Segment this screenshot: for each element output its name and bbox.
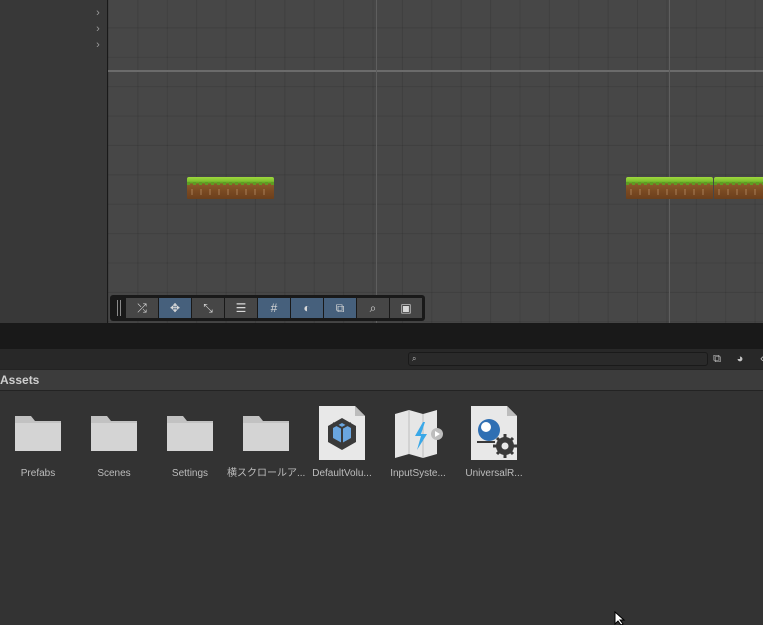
asset-item-settings[interactable]: Settings [151,404,229,484]
folder-icon [167,416,213,451]
render-pipeline-asset-icon [471,406,517,460]
asset-label: 横スクロールア... [227,468,305,479]
asset-item-universal-rp[interactable]: UniversalR... [455,404,533,484]
ground-tile-platform[interactable] [187,177,274,199]
open-in-window-icon[interactable]: ⧉ [709,351,725,367]
folder-icon [15,416,61,451]
search-icon: ⌕ [412,354,417,363]
camera-icon: ▣ [400,301,412,315]
camera-button[interactable]: ▣ [390,298,422,318]
rect-tool-icon: ⤡ [203,300,213,315]
layers-icon: ⧉ [335,300,345,315]
lighting-icon: ◐ [303,301,311,315]
zoom-icon: ⌕ [369,300,377,315]
move-tool-button[interactable]: ✥ [159,298,191,318]
grid-snap-icon: # [270,301,278,315]
breadcrumb-bar [0,369,763,391]
mouse-cursor-icon [614,611,626,625]
breadcrumb[interactable]: Assets [0,372,39,388]
shuffle-button[interactable]: ⤮ [126,298,158,318]
asset-item-input-system[interactable]: InputSyste... [379,404,457,484]
grid-major-line [669,0,670,323]
zoom-button[interactable]: ⌕ [357,298,389,318]
lighting-button[interactable]: ◐ [291,298,323,318]
asset-label: DefaultVolu... [312,468,372,479]
filter-by-type-icon[interactable]: ◕ [732,351,748,367]
scene-overlay-toolbar: ⤮ ✥ ⤡ ☰ # ◐ ⧉ ⌕ ▣ [110,295,425,321]
layers-button[interactable]: ⧉ [324,298,356,318]
asset-label: Prefabs [20,468,56,479]
asset-item-side-scroll[interactable]: 横スクロールア... [227,404,305,484]
expand-arrow-icon[interactable]: › [92,7,104,19]
asset-label: Scenes [97,468,131,479]
sliders-icon: ☰ [235,301,247,315]
volume-profile-icon [319,406,365,460]
folder-icon [243,416,289,451]
ground-tile-platform[interactable] [626,177,713,199]
shuffle-icon: ⤮ [137,300,147,315]
asset-item-scenes[interactable]: Scenes [75,404,153,484]
panel-separator [0,323,763,349]
rect-tool-button[interactable]: ⤡ [192,298,224,318]
toolbar-drag-handle[interactable] [114,300,124,316]
asset-item-prefabs[interactable]: Prefabs [0,404,77,484]
asset-label: Settings [171,468,209,479]
asset-label: InputSyste... [390,468,446,479]
expand-arrow-icon[interactable]: › [92,23,104,35]
folder-icon [91,416,137,451]
expand-arrow-icon[interactable]: › [92,39,104,51]
sliders-button[interactable]: ☰ [225,298,257,318]
unity-editor-window: › › › ⤮ ✥ ⤡ ☰ # ◐ ⧉ ⌕ ▣ ⌕ ⧉ ◕ ‹ Assets Prefabs [0,0,763,625]
ground-tile-platform[interactable] [714,177,763,199]
y-axis-line [376,0,377,323]
input-actions-icon [395,410,443,458]
grid-snap-button[interactable]: # [258,298,290,318]
more-arrow-icon[interactable]: ‹ [754,351,763,367]
x-axis-line [108,70,763,72]
hierarchy-panel: › › › [0,0,107,323]
search-input[interactable] [424,353,704,365]
asset-label: UniversalR... [465,468,523,479]
asset-item-default-volume[interactable]: DefaultVolu... [303,404,381,484]
move-tool-icon: ✥ [169,301,181,315]
scene-view[interactable] [108,0,763,323]
